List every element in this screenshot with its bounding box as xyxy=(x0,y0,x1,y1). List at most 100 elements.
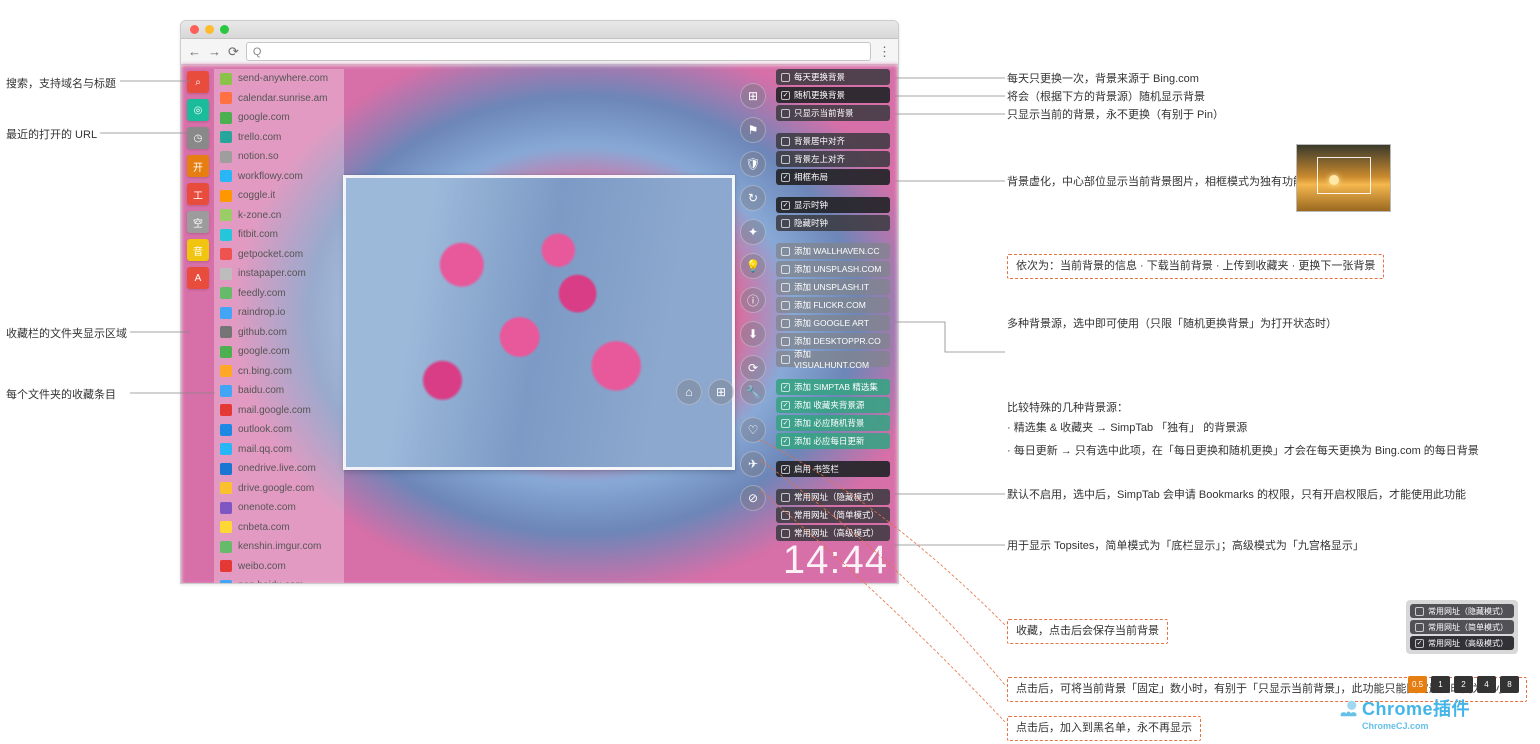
setting-option[interactable]: 相框布局 xyxy=(776,169,890,185)
mini-option[interactable]: 常用网址（隐藏模式） xyxy=(1410,604,1514,618)
history-icon[interactable]: ◷ xyxy=(187,127,209,149)
wrench-icon[interactable]: 🔧 xyxy=(740,379,766,405)
bulb-icon[interactable]: 💡 xyxy=(740,253,766,279)
address-bar[interactable]: Q xyxy=(246,42,871,61)
bookmark-row[interactable]: onedrive.live.com xyxy=(214,459,344,479)
bookmark-row[interactable]: outlook.com xyxy=(214,420,344,440)
forward-icon[interactable]: → xyxy=(208,44,221,59)
setting-option[interactable]: 添加 DESKTOPPR.CO xyxy=(776,333,890,349)
topsite-tile[interactable]: 4 xyxy=(1477,676,1496,693)
callout-special-3: · 每日更新 → 只有选中此项，在「每日更换和随机更换」才会在每天更换为 Bin… xyxy=(1007,443,1527,460)
bookmark-row[interactable]: calendar.sunrise.am xyxy=(214,89,344,109)
bookmark-row[interactable]: github.com xyxy=(214,323,344,343)
bookmark-row[interactable]: mail.google.com xyxy=(214,401,344,421)
topsite-tile[interactable]: 8 xyxy=(1500,676,1519,693)
bookmark-row[interactable]: mail.qq.com xyxy=(214,440,344,460)
reload-icon[interactable]: ⟳ xyxy=(228,44,239,60)
bookmark-row[interactable]: google.com xyxy=(214,108,344,128)
close-dot[interactable] xyxy=(190,25,199,34)
topsite-tile[interactable]: 2 xyxy=(1454,676,1473,693)
mini-option[interactable]: 常用网址（简单模式） xyxy=(1410,620,1514,634)
option-label: 背景居中对齐 xyxy=(794,135,845,147)
bookmark-row[interactable]: feedly.com xyxy=(214,284,344,304)
callout-special-1: 比较特殊的几种背景源： xyxy=(1007,400,1507,417)
bookmark-row[interactable]: raindrop.io xyxy=(214,303,344,323)
reload-icon[interactable]: ↻ xyxy=(740,185,766,211)
setting-option[interactable]: 添加 UNSPLASH.IT xyxy=(776,279,890,295)
letter-a-icon[interactable]: A xyxy=(187,267,209,289)
topsite-tile[interactable]: 1 xyxy=(1431,676,1450,693)
setting-option[interactable]: 常用网址（隐藏模式） xyxy=(776,489,890,505)
bookmark-row[interactable]: baidu.com xyxy=(214,381,344,401)
pin-icon[interactable]: ✈ xyxy=(740,451,766,477)
setting-option[interactable]: 添加 SIMPTAB 精选集 xyxy=(776,379,890,395)
block-icon[interactable]: ⊘ xyxy=(740,485,766,511)
home-icon[interactable]: ⌂ xyxy=(676,379,702,405)
target-icon[interactable]: ◎ xyxy=(187,99,209,121)
refresh-icon[interactable]: ⟳ xyxy=(740,355,766,381)
menu-icon[interactable]: ⋮ xyxy=(878,44,891,60)
shield-icon[interactable]: 🛡 xyxy=(740,151,766,177)
setting-option[interactable]: 添加 UNSPLASH.COM xyxy=(776,261,890,277)
bookmark-row[interactable]: kenshin.imgur.com xyxy=(214,537,344,557)
setting-option[interactable]: 添加 GOOGLE ART xyxy=(776,315,890,331)
bookmark-row[interactable]: cnbeta.com xyxy=(214,518,344,538)
search-icon[interactable]: ⌕ xyxy=(187,71,209,93)
open-icon[interactable]: 开 xyxy=(187,155,209,177)
audio-icon[interactable]: 音 xyxy=(187,239,209,261)
topsite-tile[interactable]: 0.5 xyxy=(1408,676,1427,693)
apps-icon[interactable]: ⊞ xyxy=(708,379,734,405)
bookmark-row[interactable]: google.com xyxy=(214,342,344,362)
setting-option[interactable]: 添加 收藏夹背景源 xyxy=(776,397,890,413)
heart-icon[interactable]: ♡ xyxy=(740,417,766,443)
bookmark-icon[interactable]: ⚑ xyxy=(740,117,766,143)
bookmark-label: trello.com xyxy=(238,132,281,143)
bookmark-label: onenote.com xyxy=(238,502,296,513)
setting-option[interactable]: 添加 VISUALHUNT.COM xyxy=(776,351,890,367)
setting-option[interactable]: 添加 必应随机背景 xyxy=(776,415,890,431)
maximize-dot[interactable] xyxy=(220,25,229,34)
setting-option[interactable]: 每天更换背景 xyxy=(776,69,890,85)
callout-sources: 多种背景源，选中即可使用（只限「随机更换背景」为打开状态时） xyxy=(1007,316,1337,333)
grid-icon[interactable]: ⊞ xyxy=(740,83,766,109)
setting-option[interactable]: 背景左上对齐 xyxy=(776,151,890,167)
info-icon[interactable]: ⓘ xyxy=(740,287,766,313)
checkbox-icon xyxy=(781,319,790,328)
blank-icon[interactable]: 空 xyxy=(187,211,209,233)
option-label: 添加 必应每日更新 xyxy=(794,435,864,447)
star-icon[interactable]: ✦ xyxy=(740,219,766,245)
callout-actions-box: 依次为：当前背景的信息 · 下载当前背景 · 上传到收藏夹 · 更换下一张背景 xyxy=(1007,254,1384,279)
bookmark-row[interactable]: notion.so xyxy=(214,147,344,167)
bookmark-row[interactable]: coggle.it xyxy=(214,186,344,206)
bookmark-row[interactable]: fitbit.com xyxy=(214,225,344,245)
bookmark-row[interactable]: onenote.com xyxy=(214,498,344,518)
setting-option[interactable]: 添加 WALLHAVEN.CC xyxy=(776,243,890,259)
bookmark-row[interactable]: weibo.com xyxy=(214,557,344,577)
bookmark-row[interactable]: send-anywhere.com xyxy=(214,69,344,89)
favicon xyxy=(220,326,232,338)
bookmark-row[interactable]: trello.com xyxy=(214,128,344,148)
bookmark-row[interactable]: k-zone.cn xyxy=(214,206,344,226)
back-icon[interactable]: ← xyxy=(188,44,201,59)
bookmark-row[interactable]: drive.google.com xyxy=(214,479,344,499)
setting-option[interactable]: 常用网址（简单模式） xyxy=(776,507,890,523)
setting-option[interactable]: 背景居中对齐 xyxy=(776,133,890,149)
minimize-dot[interactable] xyxy=(205,25,214,34)
setting-option[interactable]: 启用 书签栏 xyxy=(776,461,890,477)
favicon xyxy=(220,521,232,533)
bookmark-row[interactable]: workflowy.com xyxy=(214,167,344,187)
setting-option[interactable]: 显示时钟 xyxy=(776,197,890,213)
mini-option[interactable]: 常用网址（高级模式） xyxy=(1410,636,1514,650)
setting-option[interactable]: 添加 FLICKR.COM xyxy=(776,297,890,313)
bookmark-row[interactable]: instapaper.com xyxy=(214,264,344,284)
setting-option[interactable]: 添加 必应每日更新 xyxy=(776,433,890,449)
setting-option[interactable]: 随机更换背景 xyxy=(776,87,890,103)
setting-option[interactable]: 隐藏时钟 xyxy=(776,215,890,231)
setting-option[interactable]: 只显示当前背景 xyxy=(776,105,890,121)
tools-icon[interactable]: 工 xyxy=(187,183,209,205)
download-icon[interactable]: ⬇ xyxy=(740,321,766,347)
bookmark-row[interactable]: getpocket.com xyxy=(214,245,344,265)
bookmark-row[interactable]: pan.baidu.com xyxy=(214,576,344,584)
bookmark-row[interactable]: cn.bing.com xyxy=(214,362,344,382)
setting-option[interactable]: 常用网址（高级模式） xyxy=(776,525,890,541)
